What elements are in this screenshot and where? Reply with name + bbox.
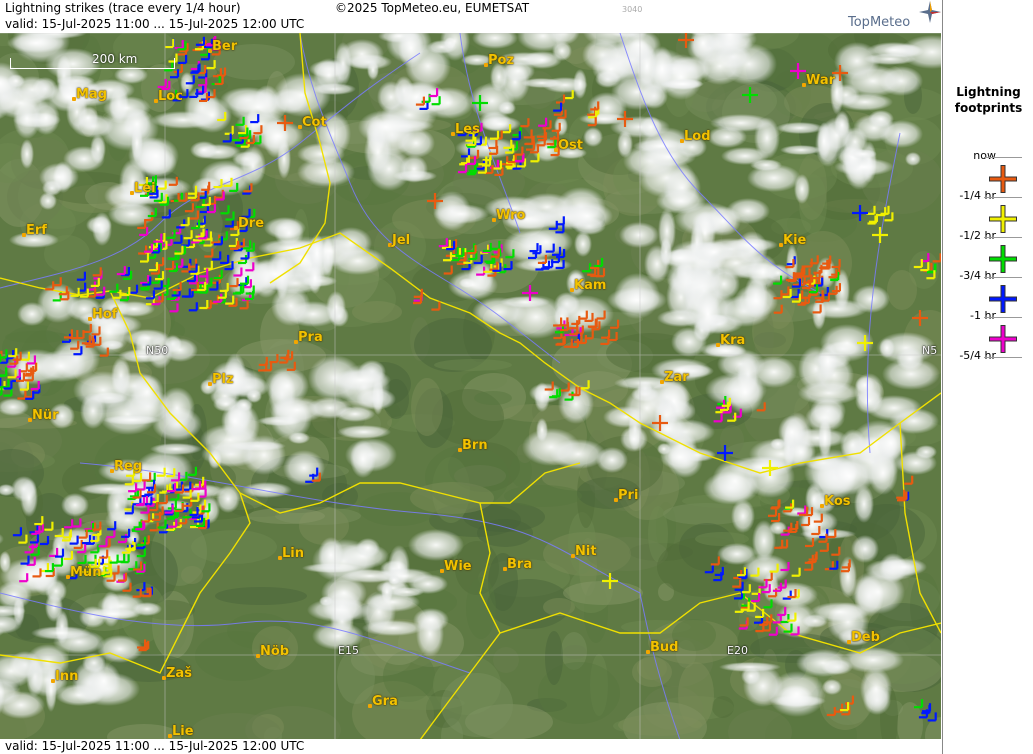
city-label: Nit xyxy=(575,544,597,559)
scale-label: 200 km xyxy=(92,52,138,66)
legend-divider xyxy=(984,317,1022,318)
city-label: Lin xyxy=(282,546,304,561)
city-label: Lie xyxy=(172,724,194,739)
city-label: Mag xyxy=(76,87,108,102)
legend-divider xyxy=(984,357,1022,358)
topmeteo-logo[interactable]: TopMeteo xyxy=(848,15,910,30)
legend-item-five-quarter: -5/4 hr xyxy=(943,348,1033,388)
legend-label: -5/4 hr xyxy=(959,349,996,362)
map-canvas xyxy=(0,33,941,740)
city-label: Reg xyxy=(114,459,143,474)
city-label: Hof xyxy=(92,307,118,322)
city-label: Zaš xyxy=(166,666,192,681)
grid-coordinate-label: E20 xyxy=(727,644,748,657)
city-label: Pri xyxy=(618,488,639,503)
city-label: Dre xyxy=(238,216,265,231)
city-label: Pra xyxy=(298,330,323,345)
legend-divider xyxy=(984,237,1022,238)
legend-item-three-quarter: -3/4 hr xyxy=(943,268,1033,313)
legend-label: -1/4 hr xyxy=(959,189,996,202)
legend-label: -1 hr xyxy=(970,309,996,322)
city-label: Wie xyxy=(444,559,472,574)
map-title: Lightning strikes (trace every 1/4 hour) xyxy=(5,1,241,15)
city-label: Lod xyxy=(684,129,711,144)
city-label: Inn xyxy=(55,669,79,684)
city-label: Kie xyxy=(783,233,807,248)
satellite-map[interactable]: 200 km Ber Poz War Mag Loc Cot Les Ost Lod Lei Dre… xyxy=(0,33,941,740)
legend-divider xyxy=(984,197,1022,198)
city-label: Erf xyxy=(26,223,47,238)
city-label: Ost xyxy=(558,138,584,153)
image-number: 3040 xyxy=(622,5,643,14)
city-label: Kam xyxy=(574,278,607,293)
legend-item-half: -1/2 hr xyxy=(943,228,1033,273)
city-label: Gra xyxy=(372,694,398,709)
legend-label: -1/2 hr xyxy=(959,229,996,242)
city-label: Cot xyxy=(302,115,327,130)
city-label: Kra xyxy=(720,333,746,348)
city-label: War xyxy=(806,73,836,88)
city-label: Deb xyxy=(851,630,880,645)
legend-divider xyxy=(984,157,1022,158)
valid-time-bottom: valid: 15-Jul-2025 11:00 ... 15-Jul-2025… xyxy=(5,739,305,753)
header: Lightning strikes (trace every 1/4 hour)… xyxy=(0,0,941,33)
city-label: Bud xyxy=(650,640,679,655)
city-label: Bra xyxy=(507,557,533,572)
legend-title-line1: Lightning xyxy=(956,85,1021,99)
legend-item-now: now xyxy=(943,148,1033,193)
legend-label: now xyxy=(973,149,996,162)
legend-label: -3/4 hr xyxy=(959,269,996,282)
city-label: Nür xyxy=(32,408,59,423)
grid-coordinate-label: N5 xyxy=(922,344,938,357)
legend-item-quarter: -1/4 hr xyxy=(943,188,1033,233)
city-label: Wro xyxy=(496,208,526,223)
city-label: Kos xyxy=(824,494,851,509)
legend-divider xyxy=(984,277,1022,278)
legend-title: Lightning footprints xyxy=(943,84,1033,116)
city-label: Ber xyxy=(212,39,238,54)
city-label: Loc xyxy=(158,89,183,104)
city-label: Les xyxy=(455,122,480,137)
city-label: Jel xyxy=(392,233,411,248)
city-label: Brn xyxy=(462,438,488,453)
city-label: Plz xyxy=(212,372,234,387)
grid-coordinate-label: E15 xyxy=(338,644,359,657)
city-label: Lei xyxy=(134,181,156,196)
city-label: Zar xyxy=(664,370,689,385)
legend-item-one-hour: -1 hr xyxy=(943,308,1033,353)
legend-title-line2: footprints xyxy=(954,101,1023,115)
valid-time-top: valid: 15-Jul-2025 11:00 ... 15-Jul-2025… xyxy=(5,17,305,31)
compass-star-icon xyxy=(919,1,941,23)
copyright-text: ©2025 TopMeteo.eu, EUMETSAT xyxy=(335,1,530,15)
grid-coordinate-label: N50 xyxy=(146,344,169,357)
city-label: Mün xyxy=(70,565,102,580)
footer: valid: 15-Jul-2025 11:00 ... 15-Jul-2025… xyxy=(0,739,941,754)
city-label: Nöb xyxy=(260,644,290,659)
city-label: Poz xyxy=(488,53,515,68)
legend-panel: Lightning footprints now -1/4 hr -1/2 hr… xyxy=(942,0,1033,754)
